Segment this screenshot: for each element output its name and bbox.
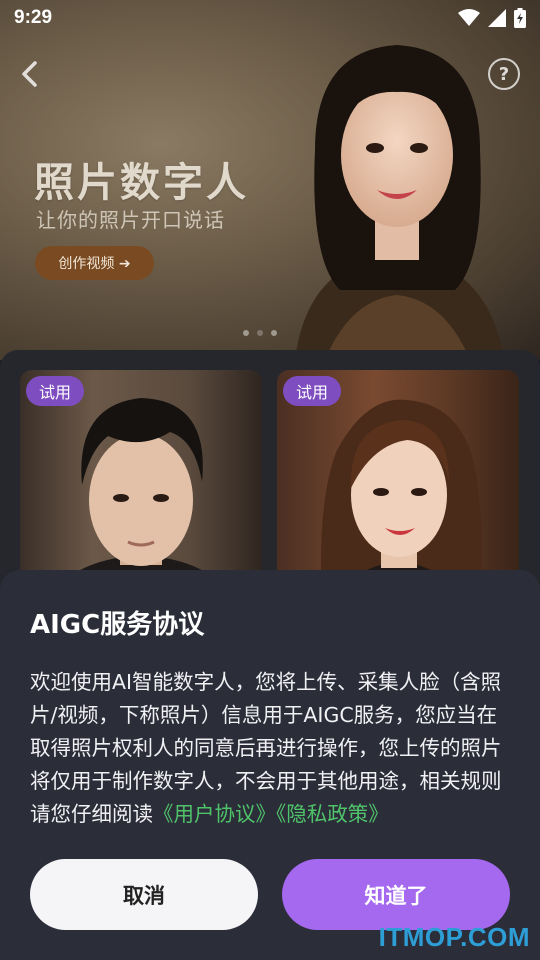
dialog-body: 欢迎使用AI智能数字人，您将上传、采集人脸（含照片/视频，下称照片）信息用于AI… — [30, 666, 514, 831]
create-video-button[interactable]: 创作视频 ➔ — [35, 246, 154, 280]
trial-badge: 试用 — [26, 376, 84, 406]
carousel-dot[interactable] — [271, 330, 277, 336]
acknowledge-label: 知道了 — [364, 883, 428, 908]
dialog-title: AIGC服务协议 — [30, 610, 205, 640]
template-card-female[interactable]: 试用 — [277, 370, 519, 600]
privacy-policy-link[interactable]: 《隐私政策》 — [276, 802, 389, 826]
template-card-male[interactable]: 试用 — [20, 370, 262, 600]
cancel-label: 取消 — [123, 883, 165, 908]
wifi-icon — [458, 9, 480, 26]
status-icons — [458, 8, 526, 28]
hero-banner[interactable]: 9:29 ? 照片数字人 让你的照片开口说话 创作视频 ➔ — [0, 0, 540, 360]
signal-icon — [488, 9, 506, 27]
status-time: 9:29 — [14, 7, 53, 28]
battery-icon — [514, 8, 526, 28]
back-button[interactable] — [14, 56, 44, 92]
watermark: ITMOP.COM — [378, 922, 530, 952]
carousel-dots — [243, 330, 277, 336]
create-video-label: 创作视频 ➔ — [58, 256, 131, 272]
question-icon: ? — [498, 63, 510, 85]
acknowledge-button[interactable]: 知道了 — [282, 859, 510, 930]
help-button[interactable]: ? — [488, 58, 520, 90]
chevron-left-icon — [22, 61, 37, 87]
cancel-button[interactable]: 取消 — [30, 859, 258, 930]
top-nav: ? — [0, 52, 540, 96]
carousel-dot-active[interactable] — [257, 330, 263, 336]
hero-title: 照片数字人 — [34, 160, 249, 206]
user-agreement-link[interactable]: 《用户协议》 — [153, 802, 276, 826]
status-bar: 9:29 — [0, 0, 540, 36]
trial-badge: 试用 — [283, 376, 341, 406]
carousel-dot[interactable] — [243, 330, 249, 336]
hero-subtitle: 让你的照片开口说话 — [36, 208, 225, 232]
